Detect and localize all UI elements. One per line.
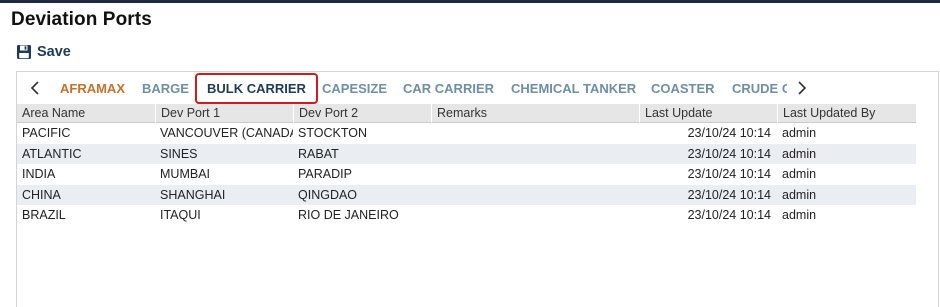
floppy-disk-icon (16, 44, 32, 60)
column-header-dev-port-1[interactable]: Dev Port 1 (155, 104, 293, 123)
page-title: Deviation Ports (11, 9, 152, 30)
column-header-remarks[interactable]: Remarks (431, 104, 639, 123)
cell-remarks (431, 164, 639, 185)
cell-dev-port-2: PARADIP (298, 167, 352, 181)
cell-last-update: 23/10/24 10:14 (687, 208, 771, 222)
cell-area-name: PACIFIC (22, 126, 71, 140)
chevron-right-icon[interactable] (793, 79, 809, 97)
cell-last-updated-by: admin (782, 126, 817, 140)
column-header-last-update[interactable]: Last Update (639, 104, 777, 123)
cell-last-update: 23/10/24 10:14 (687, 126, 771, 140)
save-button[interactable]: Save (16, 42, 71, 62)
cell-dev-port-1: ITAQUI (160, 208, 201, 222)
cell-last-update: 23/10/24 10:14 (687, 146, 771, 161)
cell-last-updated-by: admin (782, 167, 817, 181)
table-row[interactable]: ATLANTIC SINES RABAT 23/10/24 10:14 admi… (17, 143, 916, 165)
cell-dev-port-1: MUMBAI (160, 167, 210, 181)
grid-header: Area Name Dev Port 1 Dev Port 2 Remarks … (17, 104, 916, 123)
cell-area-name: BRAZIL (22, 208, 66, 222)
tab-car-carrier[interactable]: CAR CARRIER (403, 73, 494, 104)
table-row[interactable]: BRAZIL ITAQUI RIO DE JANEIRO 23/10/24 10… (17, 205, 916, 226)
cell-area-name: INDIA (22, 167, 56, 181)
cell-dev-port-2: STOCKTON (298, 126, 367, 140)
cell-remarks (431, 185, 639, 206)
save-button-label: Save (37, 44, 71, 60)
chevron-left-icon[interactable] (28, 79, 44, 97)
column-header-area-name[interactable]: Area Name (17, 104, 155, 123)
tab-aframax[interactable]: AFRAMAX (60, 73, 125, 104)
cell-last-updated-by: admin (782, 208, 817, 222)
cell-remarks (431, 123, 639, 144)
deviation-ports-grid: Area Name Dev Port 1 Dev Port 2 Remarks … (17, 104, 916, 226)
tab-crude[interactable]: CRUDE C (732, 73, 787, 104)
tab-capesize[interactable]: CAPESIZE (322, 73, 387, 104)
top-accent-bar (0, 0, 940, 3)
cell-dev-port-1: VANCOUVER (CANADA) (160, 126, 293, 140)
column-header-dev-port-2[interactable]: Dev Port 2 (293, 104, 431, 123)
tab-bulk-carrier[interactable]: BULK CARRIER (195, 73, 318, 104)
cell-area-name: ATLANTIC (22, 146, 82, 161)
cell-dev-port-1: SINES (160, 146, 198, 161)
tab-barge[interactable]: BARGE (142, 73, 189, 104)
cell-last-updated-by: admin (782, 187, 817, 202)
cell-remarks (431, 144, 639, 165)
cell-last-updated-by: admin (782, 146, 817, 161)
cell-last-update: 23/10/24 10:14 (687, 167, 771, 181)
cell-remarks (431, 205, 639, 226)
cell-dev-port-2: RIO DE JANEIRO (298, 208, 399, 222)
tab-chemical-tanker[interactable]: CHEMICAL TANKER (511, 73, 636, 104)
cell-dev-port-2: RABAT (298, 146, 339, 161)
cell-last-update: 23/10/24 10:14 (687, 187, 771, 202)
tab-coaster[interactable]: COASTER (651, 73, 715, 104)
cell-dev-port-2: QINGDAO (298, 187, 358, 202)
vessel-type-tabs: AFRAMAX BARGE BULK CARRIER CAPESIZE CAR … (16, 73, 939, 104)
column-header-last-updated-by[interactable]: Last Updated By (777, 104, 916, 123)
table-row[interactable]: PACIFIC VANCOUVER (CANADA) STOCKTON 23/1… (17, 123, 916, 144)
cell-area-name: CHINA (22, 187, 61, 202)
table-row[interactable]: CHINA SHANGHAI QINGDAO 23/10/24 10:14 ad… (17, 184, 916, 206)
cell-dev-port-1: SHANGHAI (160, 187, 226, 202)
table-row[interactable]: INDIA MUMBAI PARADIP 23/10/24 10:14 admi… (17, 164, 916, 185)
